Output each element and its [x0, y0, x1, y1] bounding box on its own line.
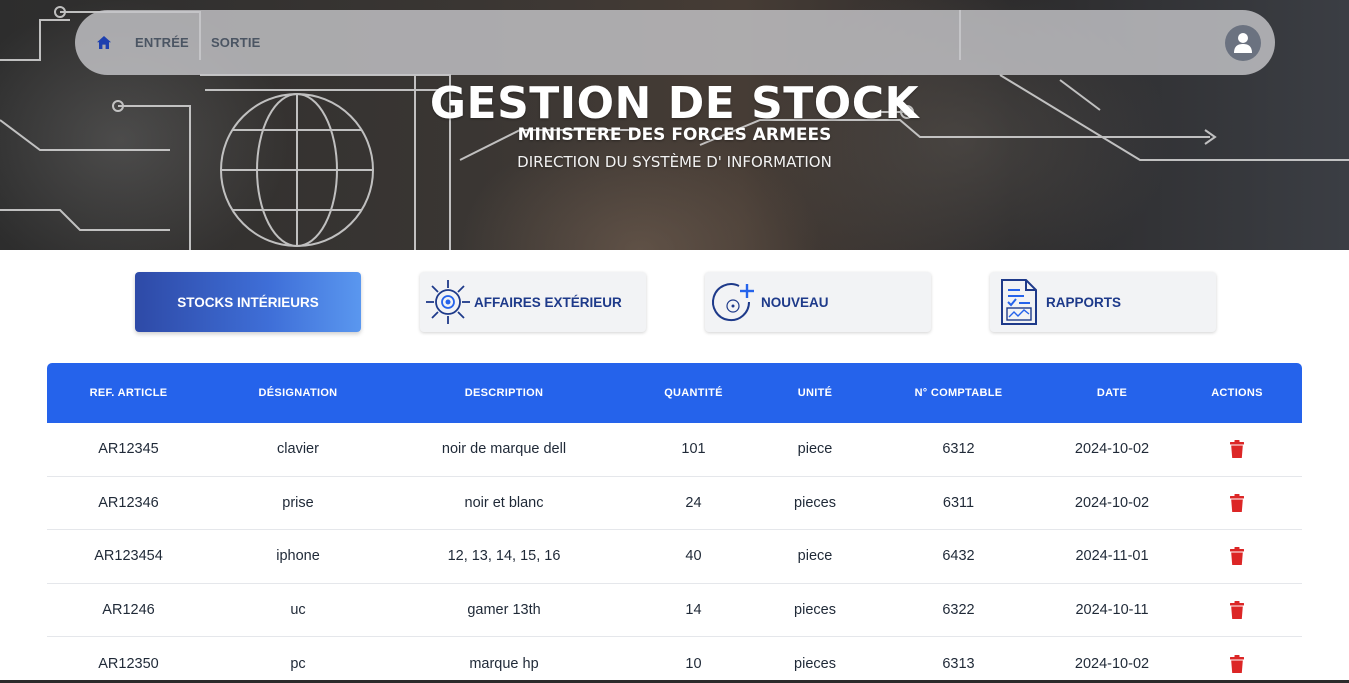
cell-unite: pieces	[794, 656, 836, 673]
table-row: AR1246 uc gamer 13th 14 pieces 6322 2024…	[47, 583, 1302, 638]
cell-ref-article: AR1246	[102, 602, 155, 619]
top-navigation-bar: ENTRÉE SORTIE	[75, 10, 1275, 75]
cell-designation: clavier	[277, 441, 319, 458]
affaires-exterieur-label: AFFAIRES EXTÉRIEUR	[474, 294, 622, 310]
table-row: AR12345 clavier noir de marque dell 101 …	[47, 423, 1302, 477]
cell-unite: piece	[797, 441, 833, 458]
cell-quantite: 101	[681, 441, 706, 458]
cell-numero-comptable: 6312	[942, 441, 975, 458]
cell-quantite: 14	[685, 602, 702, 619]
action-button-row: STOCKS INTÉRIEURS AFFAIRES EXTÉRIEUR NOU…	[0, 272, 1349, 332]
page-subtitle-secondary: DIRECTION DU SYSTÈME D' INFORMATION	[517, 153, 832, 171]
page-subtitle: MINISTERE DES FORCES ARMEES	[517, 125, 832, 145]
cell-ref-article: AR12350	[98, 656, 159, 673]
nav-link-sortie[interactable]: SORTIE	[211, 35, 261, 50]
cell-unite: pieces	[794, 494, 836, 511]
header-designation[interactable]: DÉSIGNATION	[210, 387, 386, 399]
header-numero-comptable[interactable]: N° COMPTABLE	[865, 387, 1052, 399]
page-title: GESTION DE STOCK	[429, 78, 920, 129]
table-header: REF. ARTICLE DÉSIGNATION DESCRIPTION QUA…	[47, 363, 1302, 423]
nouveau-label: NOUVEAU	[761, 294, 829, 310]
add-circle-icon	[709, 278, 757, 326]
cell-designation: pc	[290, 656, 306, 673]
cell-description: noir et blanc	[464, 494, 544, 511]
header-description[interactable]: DESCRIPTION	[386, 387, 622, 399]
cell-description: gamer 13th	[467, 602, 541, 619]
nav-link-entree[interactable]: ENTRÉE	[135, 35, 189, 50]
cell-actions	[1172, 601, 1302, 620]
cell-date: 2024-10-11	[1075, 602, 1149, 619]
cell-unite: pieces	[794, 602, 836, 619]
cell-numero-comptable: 6322	[942, 602, 975, 619]
header-ref-article[interactable]: REF. ARTICLE	[47, 387, 210, 399]
trash-icon[interactable]	[1229, 601, 1245, 620]
cell-numero-comptable: 6432	[942, 548, 975, 565]
cell-actions	[1172, 655, 1302, 674]
rapports-label: RAPPORTS	[1046, 294, 1122, 310]
cell-actions	[1172, 440, 1302, 459]
header-quantite[interactable]: QUANTITÉ	[622, 387, 765, 399]
table-row: AR123454 iphone 12, 13, 14, 15, 16 40 pi…	[47, 530, 1302, 584]
cell-numero-comptable: 6311	[942, 494, 975, 511]
trash-icon[interactable]	[1229, 440, 1245, 459]
cell-designation: uc	[290, 602, 306, 619]
stock-table: REF. ARTICLE DÉSIGNATION DESCRIPTION QUA…	[47, 363, 1302, 683]
hero-banner: ENTRÉE SORTIE GESTION DE STOCK MINISTERE…	[0, 0, 1349, 250]
table-row: AR12346 prise noir et blanc 24 pieces 63…	[47, 476, 1302, 531]
table-row: AR12350 pc marque hp 10 pieces 6313 2024…	[47, 637, 1302, 683]
cell-actions	[1172, 547, 1302, 566]
nouveau-button[interactable]: NOUVEAU	[705, 272, 931, 332]
cell-description: 12, 13, 14, 15, 16	[447, 548, 561, 565]
rapports-button[interactable]: RAPPORTS	[990, 272, 1216, 332]
cell-description: marque hp	[469, 656, 539, 673]
cell-unite: piece	[797, 548, 833, 565]
cell-actions	[1172, 493, 1302, 512]
cell-designation: iphone	[276, 548, 320, 565]
cell-date: 2024-10-02	[1074, 656, 1150, 673]
cell-quantite: 10	[685, 656, 702, 673]
trash-icon[interactable]	[1229, 655, 1245, 674]
affaires-exterieur-button[interactable]: AFFAIRES EXTÉRIEUR	[420, 272, 646, 332]
stocks-interieurs-button[interactable]: STOCKS INTÉRIEURS	[135, 272, 361, 332]
cell-quantite: 40	[685, 548, 702, 565]
report-document-icon	[994, 278, 1042, 326]
user-icon[interactable]	[1225, 25, 1261, 61]
cell-ref-article: AR12346	[98, 494, 159, 511]
cell-date: 2024-10-02	[1074, 441, 1150, 458]
stocks-interieurs-label: STOCKS INTÉRIEURS	[177, 294, 319, 310]
header-actions: ACTIONS	[1211, 387, 1263, 399]
cell-ref-article: AR12345	[98, 441, 159, 458]
header-date[interactable]: DATE	[1052, 387, 1172, 399]
compass-target-icon	[424, 278, 472, 326]
cell-numero-comptable: 6313	[942, 656, 975, 673]
cell-description: noir de marque dell	[441, 441, 567, 458]
cell-quantite: 24	[685, 494, 702, 511]
trash-icon[interactable]	[1229, 547, 1245, 566]
cell-date: 2024-11-01	[1075, 548, 1149, 565]
cell-date: 2024-10-02	[1074, 494, 1150, 511]
home-icon[interactable]	[97, 35, 113, 51]
trash-icon[interactable]	[1229, 493, 1245, 512]
header-unite[interactable]: UNITÉ	[765, 387, 865, 399]
cell-ref-article: AR123454	[94, 548, 163, 565]
cell-designation: prise	[282, 494, 314, 511]
